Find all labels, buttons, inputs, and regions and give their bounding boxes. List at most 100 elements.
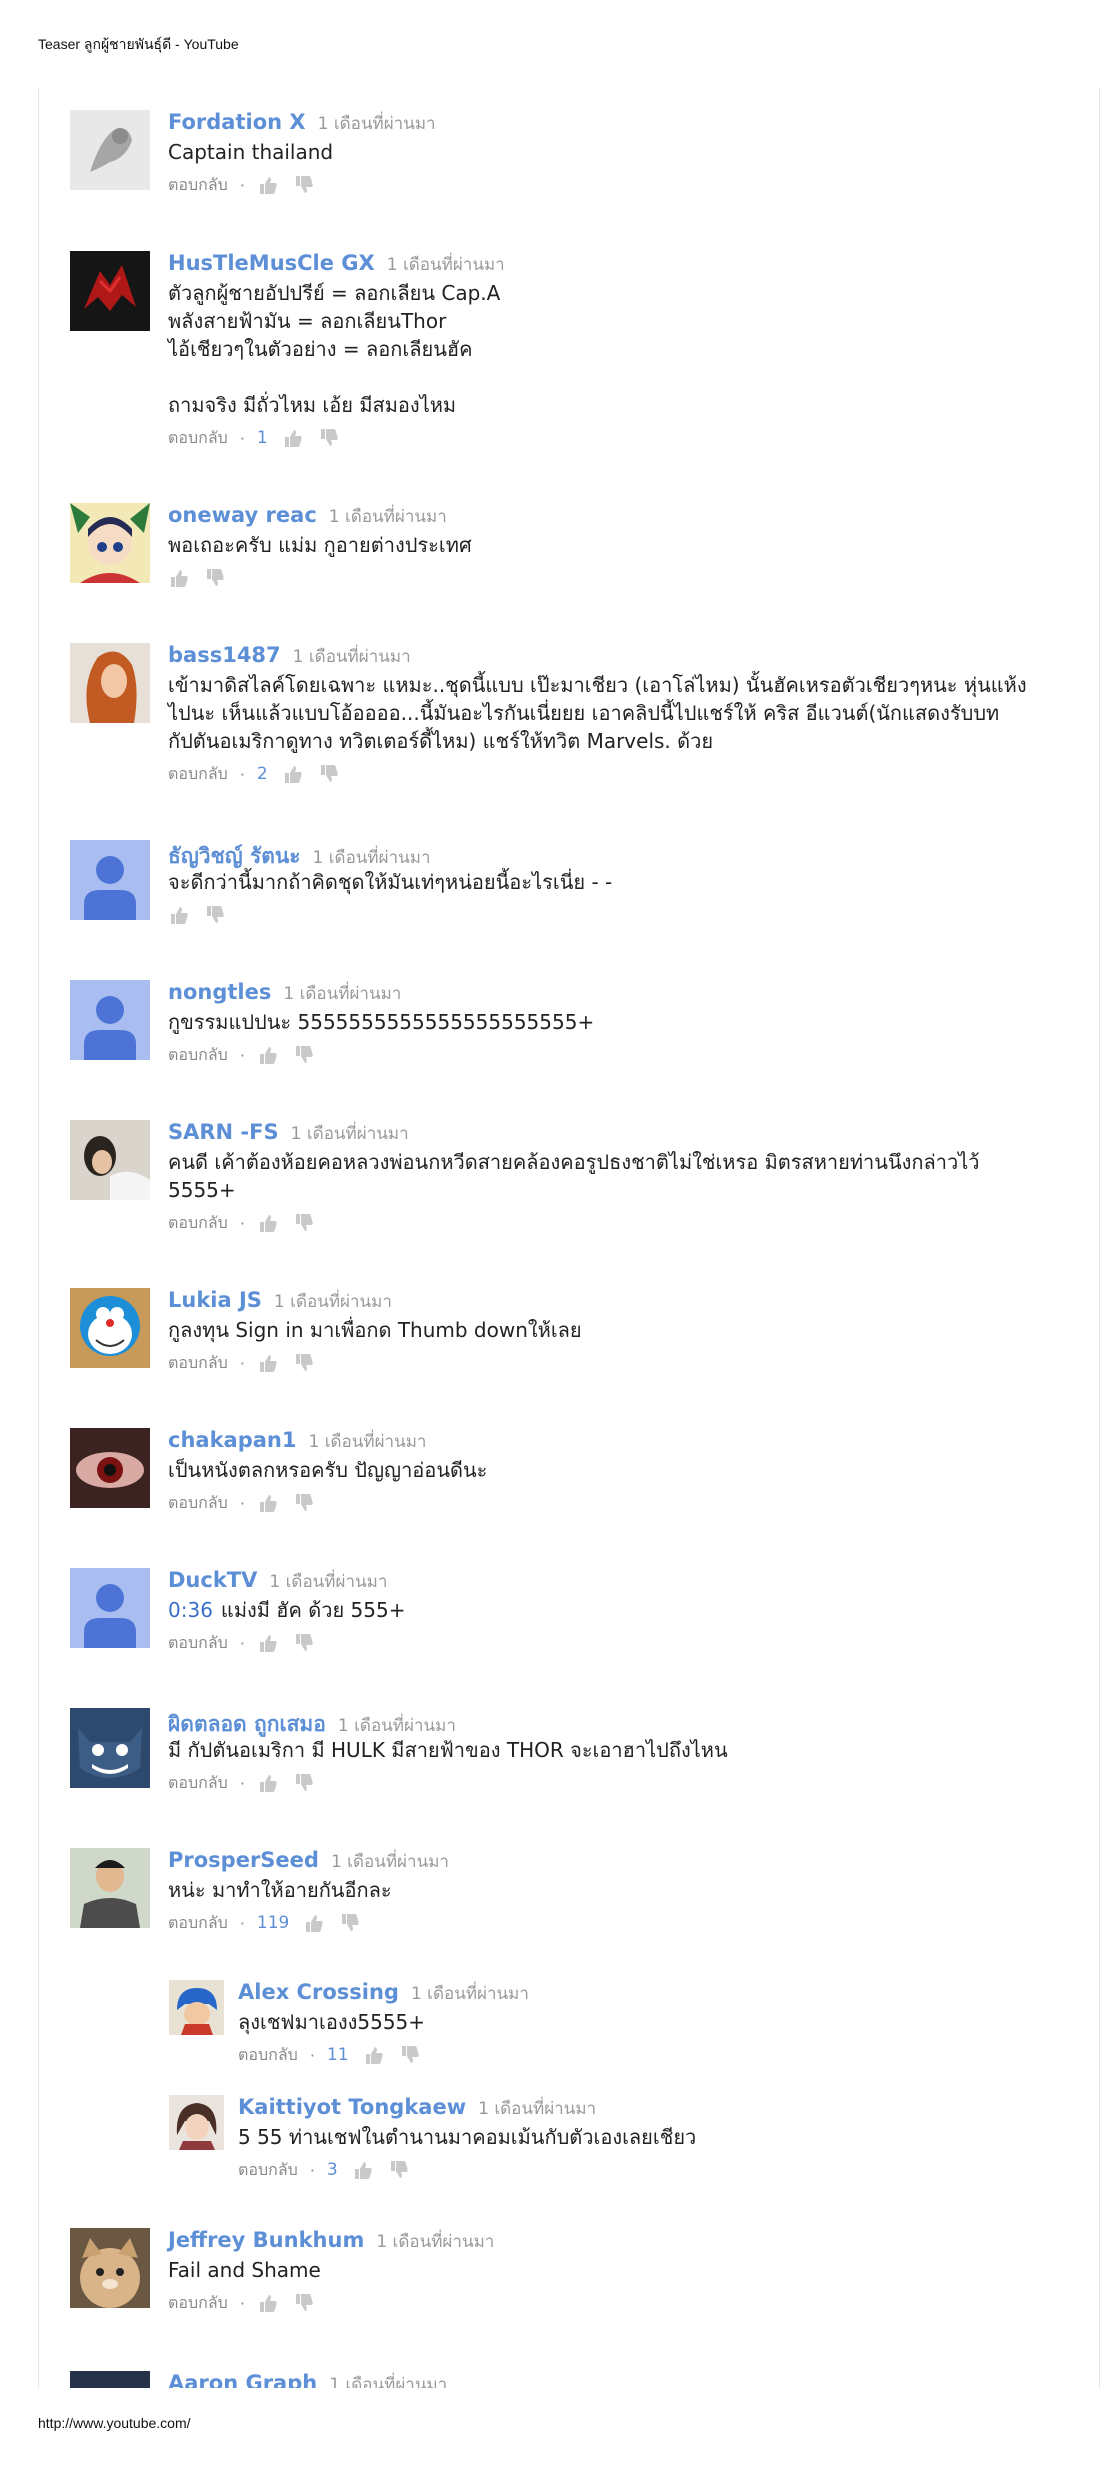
author-name[interactable]: Kaittiyot Tongkaew: [238, 2095, 466, 2119]
reply-button[interactable]: ตอบกลับ: [168, 1911, 228, 1936]
avatar[interactable]: [70, 1568, 150, 1648]
comment-time[interactable]: 1 เดือนที่ผ่านมา: [338, 1716, 456, 1736]
reply-button[interactable]: ตอบกลับ: [168, 426, 228, 451]
avatar[interactable]: [70, 1848, 150, 1928]
avatar[interactable]: [70, 1708, 150, 1788]
separator: ·: [239, 2293, 245, 2313]
avatar[interactable]: [70, 2371, 150, 2388]
avatar[interactable]: [70, 503, 150, 583]
thumbs-up-icon[interactable]: [168, 567, 190, 589]
author-name[interactable]: HusTleMusCle GX: [168, 251, 375, 275]
avatar[interactable]: [70, 980, 150, 1060]
reply-button[interactable]: ตอบกลับ: [168, 1491, 228, 1516]
thumbs-up-icon[interactable]: [303, 1912, 325, 1934]
comment-time[interactable]: 1 เดือนที่ผ่านมา: [318, 114, 436, 134]
avatar[interactable]: [70, 840, 150, 920]
author-name[interactable]: DuckTV: [168, 1568, 257, 1592]
avatar[interactable]: [70, 643, 150, 723]
comment-text: ตัวลูกผู้ชายอัปปรีย์ = ลอกเลียน Cap.A พล…: [168, 281, 501, 417]
author-name[interactable]: Jeffrey Bunkhum: [168, 2228, 364, 2252]
comment-time[interactable]: 1 เดือนที่ผ่านมา: [478, 2099, 596, 2119]
author-name[interactable]: Alex Crossing: [238, 1980, 399, 2004]
comment-time[interactable]: 1 เดือนที่ผ่านมา: [308, 1432, 426, 1452]
comment-time[interactable]: 1 เดือนที่ผ่านมา: [293, 647, 411, 667]
reply-button[interactable]: ตอบกลับ: [168, 173, 228, 198]
comment-time[interactable]: 1 เดือนที่ผ่านมา: [411, 1984, 529, 2004]
video-timestamp-link[interactable]: 0:36: [168, 1598, 213, 1622]
comment-time[interactable]: 1 เดือนที่ผ่านมา: [274, 1292, 392, 1312]
comment-text: 0:36 แม่งมี ฮัค ด้วย 555+: [168, 1598, 406, 1622]
avatar[interactable]: [70, 110, 150, 190]
thumbs-down-icon[interactable]: [293, 1772, 315, 1794]
avatar[interactable]: [169, 1980, 224, 2035]
thumbs-up-icon[interactable]: [257, 1212, 279, 1234]
reply-button[interactable]: ตอบกลับ: [168, 1043, 228, 1068]
author-name[interactable]: oneway reac: [168, 503, 317, 527]
thumbs-up-icon[interactable]: [363, 2044, 385, 2066]
author-name[interactable]: bass1487: [168, 643, 281, 667]
thumbs-down-icon[interactable]: [318, 427, 340, 449]
reply-button[interactable]: ตอบกลับ: [168, 1351, 228, 1376]
thumbs-down-icon[interactable]: [293, 1492, 315, 1514]
thumbs-down-icon[interactable]: [399, 2044, 421, 2066]
author-name[interactable]: chakapan1: [168, 1428, 296, 1452]
thumbs-up-icon[interactable]: [257, 1632, 279, 1654]
comment-time[interactable]: 1 เดือนที่ผ่านมา: [269, 1572, 387, 1592]
like-count: 2: [256, 764, 268, 784]
avatar[interactable]: [169, 2095, 224, 2150]
avatar[interactable]: [70, 1288, 150, 1368]
thumbs-up-icon[interactable]: [257, 1772, 279, 1794]
comment-time[interactable]: 1 เดือนที่ผ่านมา: [331, 1852, 449, 1872]
reply-button[interactable]: ตอบกลับ: [168, 1771, 228, 1796]
thumbs-down-icon[interactable]: [293, 2292, 315, 2314]
reply-button[interactable]: ตอบกลับ: [168, 2291, 228, 2316]
avatar[interactable]: [70, 1120, 150, 1200]
comment-time[interactable]: 1 เดือนที่ผ่านมา: [313, 848, 431, 868]
thumbs-up-icon[interactable]: [257, 1044, 279, 1066]
author-name[interactable]: ธัญวิชญ์ รัตนะ: [168, 844, 301, 868]
author-name[interactable]: nongtles: [168, 980, 271, 1004]
author-name[interactable]: Fordation X: [168, 110, 306, 134]
thumbs-down-icon[interactable]: [204, 904, 226, 926]
thumbs-down-icon[interactable]: [293, 174, 315, 196]
thumbs-up-icon[interactable]: [257, 174, 279, 196]
comment-time[interactable]: 1 เดือนที่ผ่านมา: [376, 2232, 494, 2252]
thumbs-up-icon[interactable]: [168, 904, 190, 926]
thumbs-down-icon[interactable]: [293, 1632, 315, 1654]
thumbs-down-icon[interactable]: [293, 1352, 315, 1374]
author-name[interactable]: Lukia JS: [168, 1288, 262, 1312]
author-name[interactable]: ผิดตลอด ถูกเสมอ: [168, 1712, 326, 1736]
avatar[interactable]: [70, 1428, 150, 1508]
thumbs-up-icon[interactable]: [257, 1352, 279, 1374]
comment-text: จะดีกว่านี้มากถ้าคิดชุดให้มันเท่ๆหน่อยนี…: [168, 870, 613, 894]
reply-button[interactable]: ตอบกลับ: [168, 1211, 228, 1236]
reply-button[interactable]: ตอบกลับ: [168, 1631, 228, 1656]
thumbs-down-icon[interactable]: [388, 2159, 410, 2181]
thumbs-down-icon[interactable]: [339, 1912, 361, 1934]
reply-button[interactable]: ตอบกลับ: [168, 762, 228, 787]
comment-time[interactable]: 1 เดือนที่ผ่านมา: [329, 2375, 447, 2388]
thumbs-up-icon[interactable]: [257, 1492, 279, 1514]
author-name[interactable]: Aaron Graph: [168, 2371, 317, 2388]
thumbs-up-icon[interactable]: [257, 2292, 279, 2314]
author-name[interactable]: ProsperSeed: [168, 1848, 319, 1872]
comment-time[interactable]: 1 เดือนที่ผ่านมา: [291, 1124, 409, 1144]
thumbs-down-icon[interactable]: [293, 1212, 315, 1234]
thumbs-down-icon[interactable]: [318, 763, 340, 785]
comment-text: กูขรรมแปปนะ 5555555555555555555555+: [168, 1010, 595, 1034]
avatar[interactable]: [70, 2228, 150, 2308]
avatar[interactable]: [70, 251, 150, 331]
reply-button[interactable]: ตอบกลับ: [238, 2158, 298, 2183]
comment-time[interactable]: 1 เดือนที่ผ่านมา: [283, 984, 401, 1004]
author-name[interactable]: SARN -FS: [168, 1120, 279, 1144]
comment-time[interactable]: 1 เดือนที่ผ่านมา: [329, 507, 447, 527]
comment-time[interactable]: 1 เดือนที่ผ่านมา: [387, 255, 505, 275]
reply-button[interactable]: ตอบกลับ: [238, 2043, 298, 2068]
thumbs-up-icon[interactable]: [282, 427, 304, 449]
thumbs-up-icon[interactable]: [282, 763, 304, 785]
separator: ·: [239, 175, 245, 195]
separator: ·: [239, 1493, 245, 1513]
thumbs-down-icon[interactable]: [204, 567, 226, 589]
thumbs-up-icon[interactable]: [352, 2159, 374, 2181]
thumbs-down-icon[interactable]: [293, 1044, 315, 1066]
